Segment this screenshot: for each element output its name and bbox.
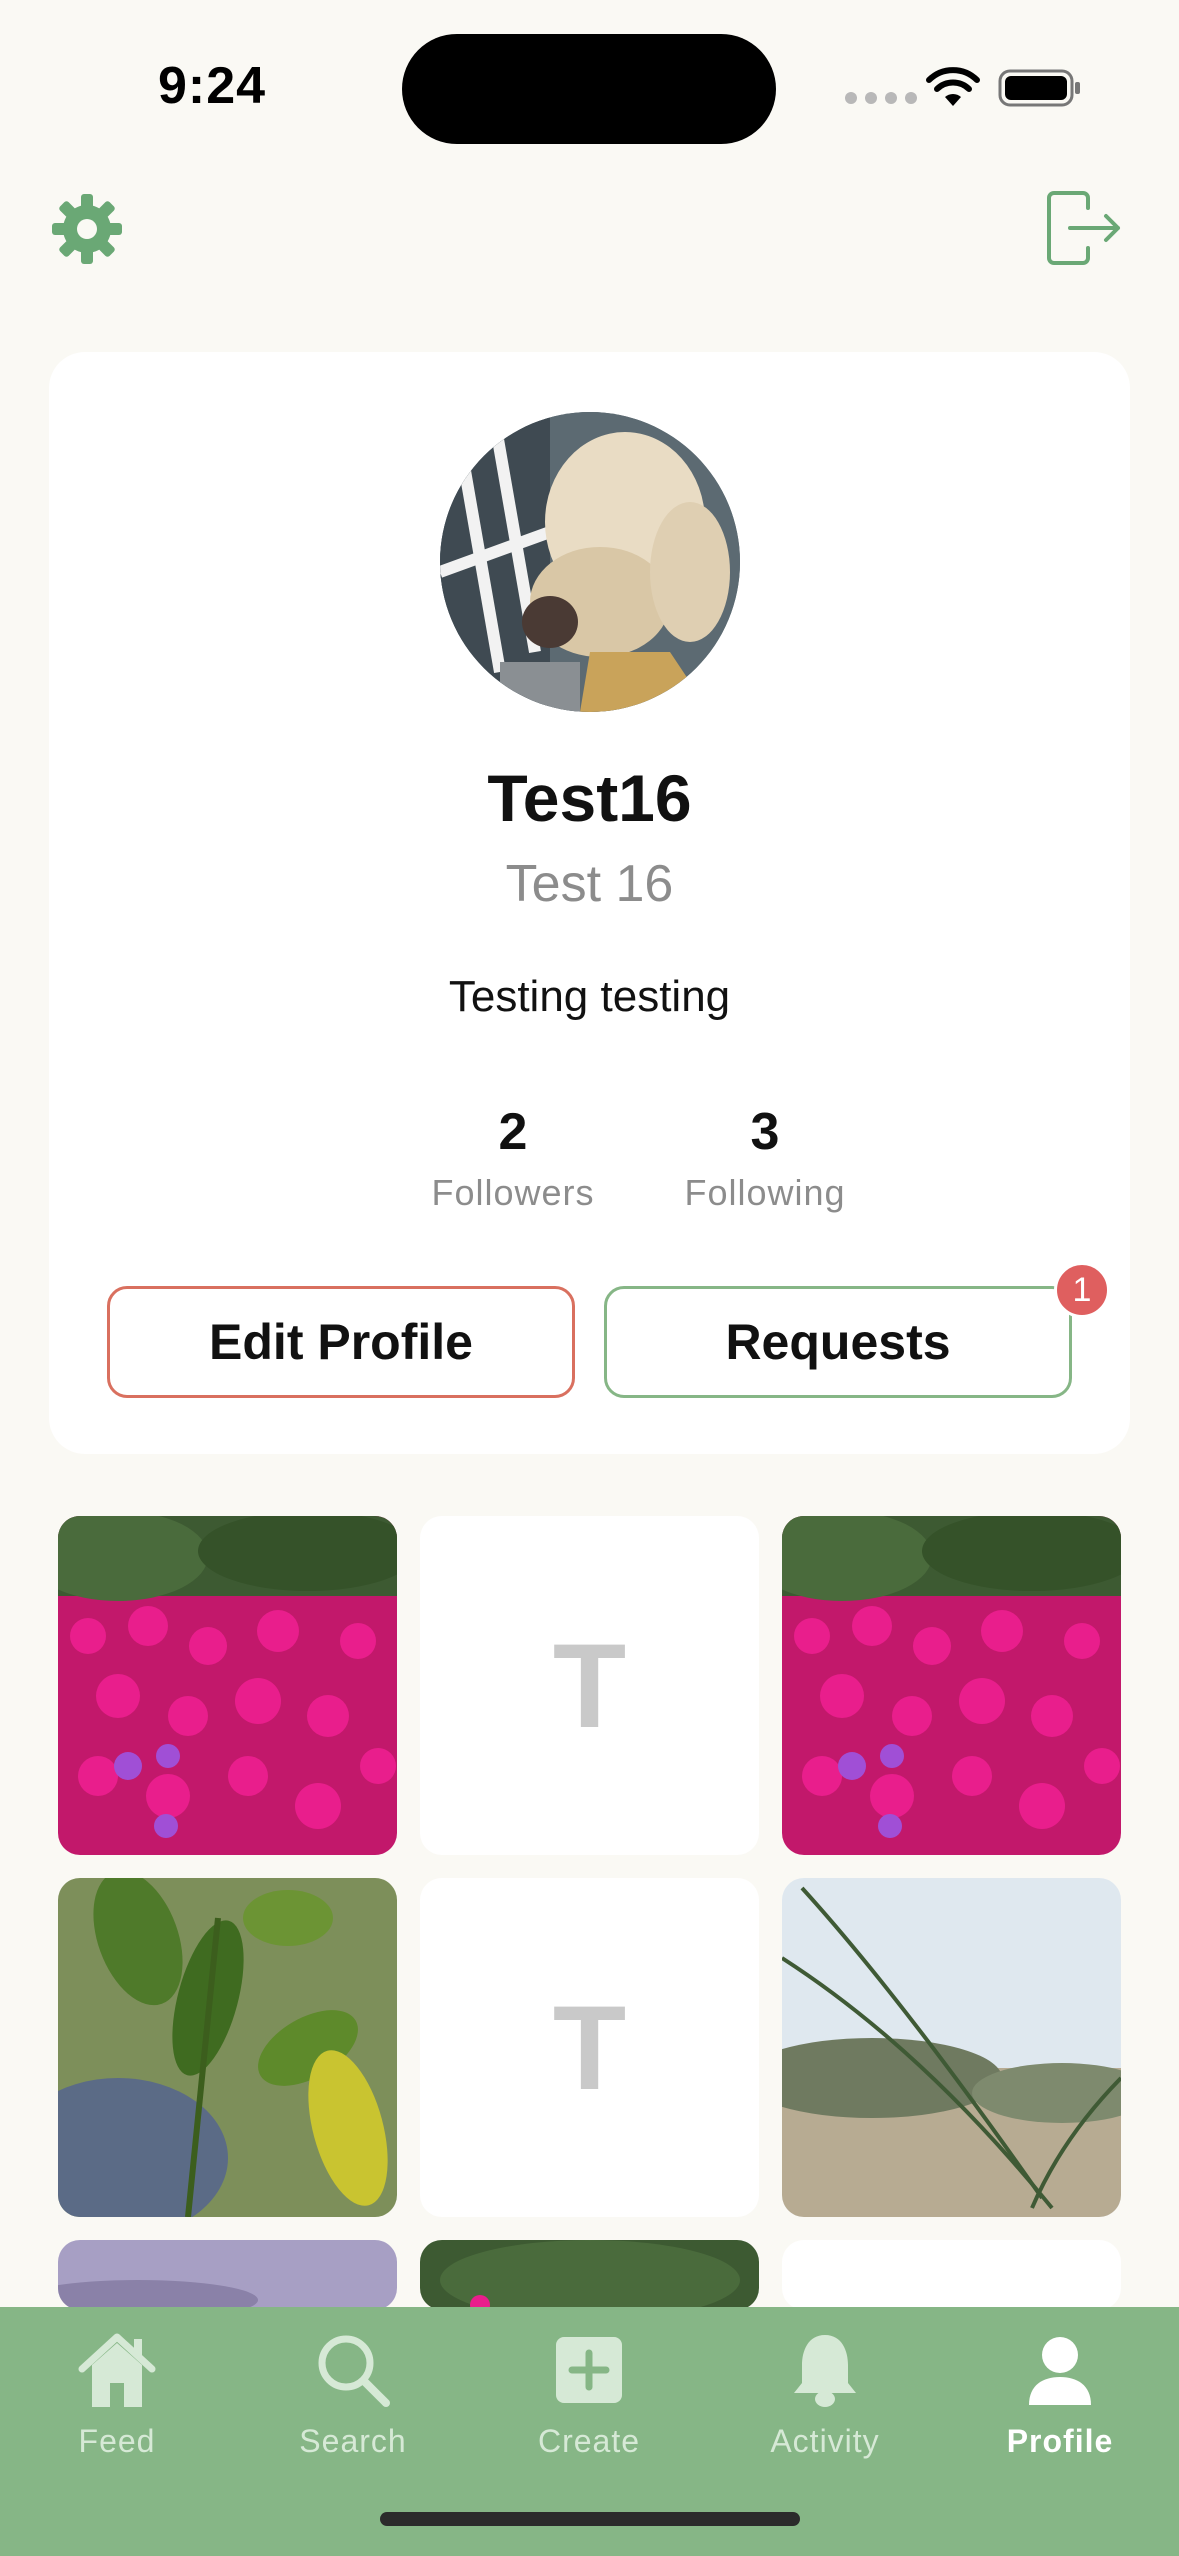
tab-label: Search	[299, 2423, 407, 2459]
following-stat[interactable]: 3 Following	[617, 1102, 913, 1214]
home-indicator[interactable]	[380, 2512, 800, 2526]
sky-photo	[58, 2240, 397, 2310]
text-post-placeholder: T	[552, 1980, 627, 2115]
profile-display-name: Test 16	[505, 855, 674, 913]
flowers-photo	[420, 2240, 759, 2310]
text-post-placeholder: T	[552, 1618, 627, 1753]
home-icon	[78, 2333, 156, 2407]
leaves-photo	[58, 1878, 397, 2217]
tab-label: Profile	[1006, 2423, 1114, 2459]
post-thumbnail-text[interactable]: T	[420, 1878, 759, 2217]
post-thumbnail-dunes[interactable]	[782, 1878, 1121, 2217]
tab-create[interactable]: Create	[489, 2325, 689, 2460]
profile-username: Test16	[487, 761, 692, 835]
avatar-photo	[440, 412, 740, 712]
gear-icon	[52, 194, 122, 264]
tab-label: Activity	[770, 2423, 880, 2459]
followers-label: Followers	[431, 1172, 595, 1213]
person-icon	[1029, 2337, 1091, 2405]
post-thumbnail-flowers[interactable]	[420, 2240, 759, 2310]
requests-badge: 1	[1054, 1262, 1110, 1318]
wifi-icon	[926, 67, 980, 106]
requests-button[interactable]: Requests	[604, 1286, 1072, 1398]
flowers-photo	[58, 1516, 397, 1855]
status-time: 9:24	[158, 57, 267, 115]
status-bar: 9:24	[0, 0, 1179, 170]
profile-card: Test16 Test 16 Testing testing 2 Followe…	[49, 352, 1130, 1454]
post-thumbnail-leaves[interactable]	[58, 1878, 397, 2217]
followers-count: 2	[498, 1103, 528, 1161]
following-count: 3	[750, 1103, 780, 1161]
dynamic-island	[402, 34, 776, 144]
tab-search[interactable]: Search	[253, 2325, 453, 2460]
post-thumbnail-flowers[interactable]	[58, 1516, 397, 1855]
bell-icon	[794, 2335, 856, 2407]
tab-label: Feed	[78, 2423, 156, 2459]
post-thumbnail-text[interactable]: T	[420, 1516, 759, 1855]
tab-profile[interactable]: Profile	[960, 2325, 1160, 2460]
cellular-signal-icon	[845, 92, 917, 104]
post-thumbnail-flowers[interactable]	[782, 1516, 1121, 1855]
dunes-photo	[782, 1878, 1121, 2217]
tab-label: Create	[537, 2423, 641, 2459]
followers-stat[interactable]: 2 Followers	[379, 1102, 647, 1214]
battery-icon	[998, 69, 1080, 107]
tab-feed[interactable]: Feed	[17, 2325, 217, 2460]
profile-bio: Testing testing	[448, 972, 731, 1021]
settings-button[interactable]	[50, 192, 124, 266]
search-icon	[318, 2335, 390, 2407]
post-thumbnail-text[interactable]	[782, 2240, 1121, 2310]
logout-icon	[1047, 191, 1120, 265]
plus-square-icon	[556, 2337, 622, 2403]
logout-button[interactable]	[1044, 190, 1124, 266]
tab-activity[interactable]: Activity	[725, 2325, 925, 2460]
post-thumbnail-sky[interactable]	[58, 2240, 397, 2310]
following-label: Following	[684, 1172, 846, 1213]
flowers-photo	[782, 1516, 1121, 1855]
edit-profile-button[interactable]: Edit Profile	[107, 1286, 575, 1398]
avatar[interactable]	[440, 412, 740, 712]
